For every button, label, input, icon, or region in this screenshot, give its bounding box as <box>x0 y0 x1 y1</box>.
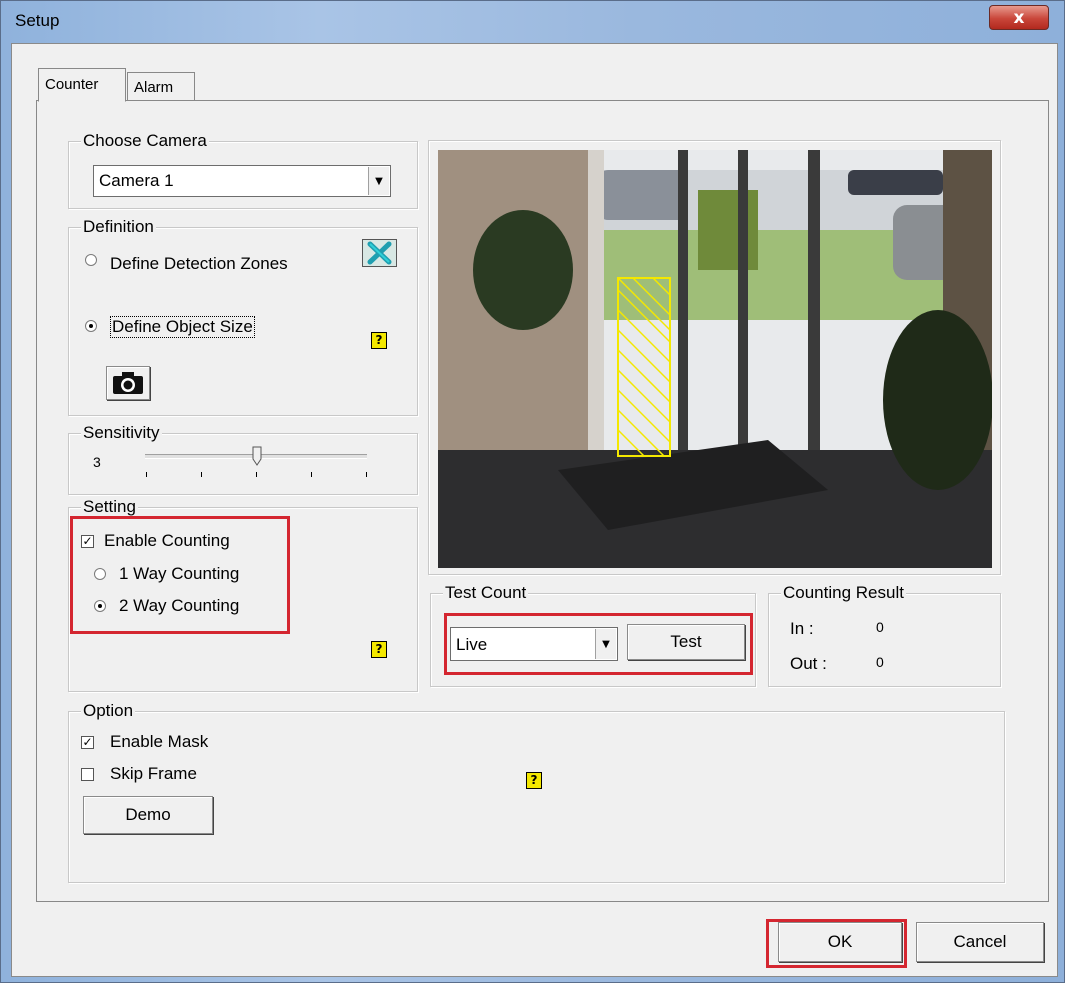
test-count-highlight <box>444 613 753 675</box>
detection-zones-label: Define Detection Zones <box>110 254 288 273</box>
close-button[interactable]: x <box>989 5 1049 30</box>
chevron-down-icon[interactable]: ▼ <box>368 167 389 195</box>
in-value: 0 <box>876 619 884 635</box>
choose-camera-label: Choose Camera <box>81 131 209 151</box>
help-icon[interactable]: ? <box>371 641 387 658</box>
camera-preview-image <box>438 150 992 568</box>
out-label: Out : <box>790 654 827 673</box>
sensitivity-label: Sensitivity <box>81 423 162 443</box>
sensitivity-slider-thumb[interactable] <box>250 446 264 466</box>
counting-result-label: Counting Result <box>781 583 906 603</box>
help-icon[interactable]: ? <box>371 332 387 349</box>
demo-button[interactable]: Demo <box>83 796 213 834</box>
enable-mask-label: Enable Mask <box>110 732 209 751</box>
out-value: 0 <box>876 654 884 670</box>
camera-snapshot-icon <box>113 372 143 394</box>
tab-alarm-label: Alarm <box>134 79 174 96</box>
help-icon[interactable]: ? <box>526 772 542 789</box>
sensitivity-group: Sensitivity <box>68 423 418 495</box>
option-label: Option <box>81 701 136 721</box>
close-icon: x <box>1013 8 1025 28</box>
tab-counter[interactable]: Counter <box>38 68 126 102</box>
skip-frame-checkbox[interactable] <box>81 768 94 781</box>
detection-zones-radio[interactable] <box>85 254 97 266</box>
counting-mode-highlight <box>70 516 290 634</box>
in-label: In : <box>790 619 814 638</box>
clear-zones-icon <box>367 241 392 265</box>
tab-counter-label: Counter <box>45 76 99 93</box>
sensitivity-value: 3 <box>93 454 101 470</box>
setting-label: Setting <box>81 497 138 517</box>
definition-label: Definition <box>81 217 156 237</box>
object-size-radio[interactable] <box>85 320 97 332</box>
camera-select[interactable]: Camera 1 ▼ <box>93 165 391 197</box>
title-bar[interactable]: Setup x <box>1 1 1064 41</box>
test-count-label: Test Count <box>443 583 529 603</box>
clear-zones-button[interactable] <box>362 239 397 267</box>
cancel-button[interactable]: Cancel <box>916 922 1044 962</box>
ok-highlight <box>766 919 907 968</box>
camera-preview[interactable] <box>438 150 992 568</box>
skip-frame-label: Skip Frame <box>110 764 197 783</box>
window-title: Setup <box>15 11 60 30</box>
snapshot-button[interactable] <box>106 366 150 400</box>
camera-select-value: Camera 1 <box>99 171 174 190</box>
tab-alarm[interactable]: Alarm <box>127 72 195 101</box>
object-size-label: Define Object Size <box>110 316 255 338</box>
enable-mask-checkbox[interactable]: ✓ <box>81 736 94 749</box>
